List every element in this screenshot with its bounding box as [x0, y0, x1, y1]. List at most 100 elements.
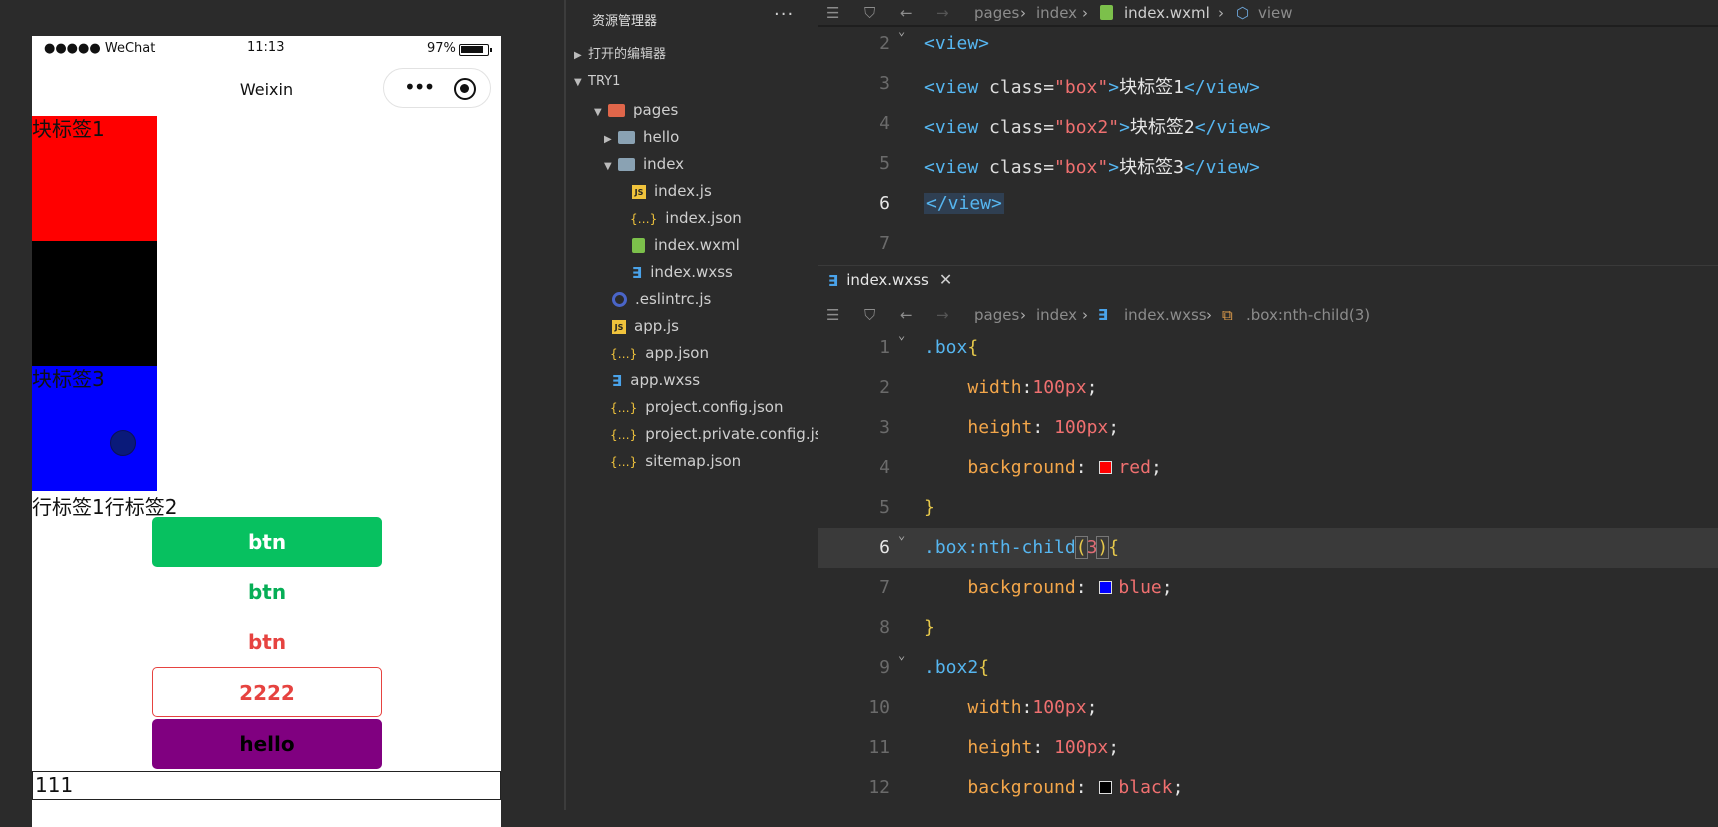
plain-warn-button[interactable]: btn — [152, 617, 382, 667]
list-icon[interactable]: ☰ — [826, 0, 839, 26]
more-dots-icon[interactable]: ••• — [404, 77, 435, 97]
code-line[interactable]: 3 height: 100px; — [818, 408, 1718, 448]
string-token: "box" — [1054, 157, 1109, 178]
open-editors-label: 打开的编辑器 — [588, 47, 667, 62]
editor-tab-bar: ∃ index.wxss ✕ — [818, 265, 1718, 299]
bookmark-icon[interactable]: ⛉ — [864, 302, 875, 328]
json-file-icon: {…} — [610, 346, 638, 361]
tree-item-app-wxss[interactable]: ∃ app.wxss — [612, 368, 700, 392]
property-token: height — [967, 417, 1033, 438]
fold-chevron-icon[interactable]: ⌄ — [898, 328, 905, 342]
chevron-down-icon: ▼ — [604, 161, 612, 172]
more-actions-icon[interactable]: ··· — [774, 4, 794, 25]
text-input[interactable]: 111 — [32, 771, 501, 800]
breadcrumb-item[interactable]: index.wxml — [1124, 0, 1210, 26]
code-line[interactable]: 12 background: black; — [818, 768, 1718, 808]
code-text: .box2{ — [924, 657, 990, 678]
code-line[interactable]: 10 width:100px; — [818, 688, 1718, 728]
code-text: background: red; — [967, 457, 1162, 478]
selector-token: .box:nth-child — [924, 537, 1076, 558]
value-token: red — [1118, 457, 1151, 478]
primary-button[interactable]: btn — [152, 517, 382, 567]
text-token: 块标签3 — [1119, 157, 1184, 178]
tree-item-index-json[interactable]: {…} index.json — [630, 206, 742, 230]
code-line[interactable]: 3 <view class="box">块标签1</view> — [818, 64, 1718, 104]
project-section[interactable]: ▼ TRY1 — [574, 70, 620, 94]
breadcrumb-item[interactable]: .box:nth-child(3) — [1246, 302, 1370, 328]
breadcrumb-item[interactable]: pages — [974, 0, 1019, 26]
capsule-menu[interactable]: ••• — [383, 68, 491, 108]
tab-index-wxss[interactable]: ∃ index.wxss ✕ — [828, 270, 952, 290]
chevron-down-icon: ▼ — [574, 77, 582, 88]
code-line[interactable]: 1 ⌄ .box{ — [818, 328, 1718, 368]
code-line[interactable]: 7 background: blue; — [818, 568, 1718, 608]
open-editors-section[interactable]: ▶ 打开的编辑器 — [574, 43, 666, 67]
color-swatch[interactable] — [1099, 461, 1113, 474]
chevron-right-icon: › — [1082, 4, 1088, 22]
code-line-active[interactable]: 6 ⌄ .box:nth-child(3){ — [818, 528, 1718, 568]
eslint-file-icon — [612, 292, 627, 307]
tree-item-index-folder[interactable]: ▼ index — [604, 152, 684, 176]
code-line[interactable]: 5 } — [818, 488, 1718, 528]
folder-icon — [608, 104, 625, 117]
code-line[interactable]: 4 <view class="box2">块标签2</view> — [818, 104, 1718, 144]
chevron-down-icon: ▼ — [594, 107, 602, 118]
code-line[interactable]: 2 width:100px; — [818, 368, 1718, 408]
property-token: width — [967, 697, 1022, 718]
line-number: 3 — [879, 417, 890, 438]
value-token: 100px — [1043, 417, 1109, 438]
code-text: width:100px; — [967, 377, 1098, 398]
fold-chevron-icon[interactable]: ⌄ — [898, 528, 905, 542]
tree-item-app-js[interactable]: JS app.js — [612, 314, 679, 338]
bookmark-icon[interactable]: ⛉ — [864, 0, 875, 26]
code-line[interactable]: 2 ⌄ <view> — [818, 24, 1718, 64]
string-token: "box" — [1054, 77, 1109, 98]
tree-item-eslintrc[interactable]: .eslintrc.js — [612, 287, 711, 311]
list-icon[interactable]: ☰ — [826, 302, 839, 328]
forward-arrow-icon[interactable]: → — [936, 302, 949, 328]
fold-chevron-icon[interactable]: ⌄ — [898, 648, 905, 662]
tree-item-project-config[interactable]: {…} project.config.json — [610, 395, 783, 419]
breadcrumb-item[interactable]: view — [1258, 0, 1293, 26]
tree-item-label: app.js — [634, 317, 679, 335]
block-1-label: 块标签1 — [32, 117, 105, 141]
code-line[interactable]: 11 height: 100px; — [818, 728, 1718, 768]
code-line[interactable]: 4 background: red; — [818, 448, 1718, 488]
breadcrumb-item[interactable]: index — [1036, 302, 1077, 328]
block-1: 块标签1 — [32, 116, 157, 241]
color-swatch[interactable] — [1099, 781, 1113, 794]
close-target-icon[interactable] — [454, 78, 476, 100]
code-line-active[interactable]: 6 </view> — [818, 184, 1718, 224]
tree-item-project-private-config[interactable]: {…} project.private.config.js... — [610, 422, 837, 446]
close-icon[interactable]: ✕ — [939, 270, 952, 289]
tree-item-hello[interactable]: ▶ hello — [604, 125, 679, 149]
fold-chevron-icon[interactable]: ⌄ — [898, 24, 905, 38]
tree-item-sitemap[interactable]: {…} sitemap.json — [610, 449, 741, 473]
tree-item-label: app.wxss — [630, 371, 701, 389]
code-line[interactable]: 8 } — [818, 608, 1718, 648]
hello-button[interactable]: hello — [152, 719, 382, 769]
tree-item-label: index.js — [654, 182, 712, 200]
wxml-file-icon — [1100, 5, 1113, 20]
back-arrow-icon[interactable]: ← — [900, 0, 913, 26]
breadcrumb-item[interactable]: index — [1036, 0, 1077, 26]
back-arrow-icon[interactable]: ← — [900, 302, 913, 328]
line-number: 7 — [879, 233, 890, 254]
tree-item-index-js[interactable]: JS index.js — [632, 179, 712, 203]
outline-warn-button[interactable]: 2222 — [152, 667, 382, 717]
plain-green-button[interactable]: btn — [152, 567, 382, 617]
line-number: 4 — [879, 457, 890, 478]
code-line[interactable]: 5 <view class="box">块标签3</view> — [818, 144, 1718, 184]
color-swatch[interactable] — [1099, 581, 1113, 594]
value-token: blue — [1118, 577, 1162, 598]
tree-item-index-wxss[interactable]: ∃ index.wxss — [632, 260, 733, 284]
code-line[interactable]: 9 ⌄ .box2{ — [818, 648, 1718, 688]
code-line[interactable]: 7 — [818, 224, 1718, 264]
tree-item-index-wxml[interactable]: index.wxml — [632, 233, 740, 257]
breadcrumb-item[interactable]: index.wxss — [1124, 302, 1207, 328]
breadcrumb-item[interactable]: pages — [974, 302, 1019, 328]
tree-item-app-json[interactable]: {…} app.json — [610, 341, 709, 365]
forward-arrow-icon[interactable]: → — [936, 0, 949, 26]
tree-item-pages[interactable]: ▼ pages — [594, 98, 678, 122]
battery-percent: 97% — [427, 41, 456, 56]
